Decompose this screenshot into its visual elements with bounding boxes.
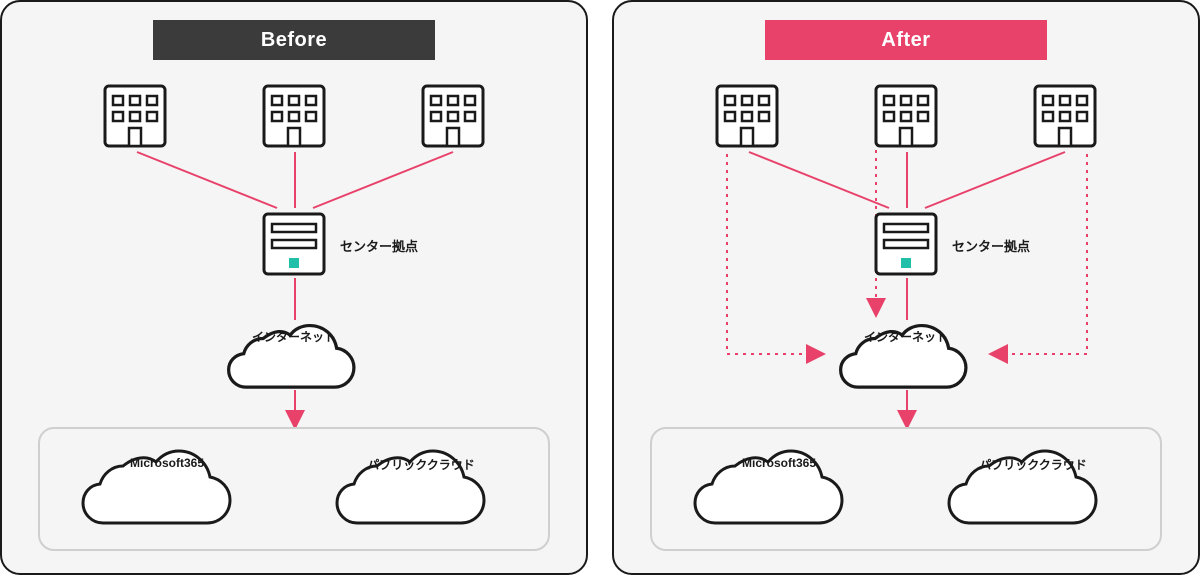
cloud-tray: Microsoft365 パブリッククラウド	[650, 427, 1162, 551]
building-icon	[258, 80, 330, 152]
tray-cloud-right: パブリッククラウド	[331, 444, 511, 534]
cloud-label: パブリッククラウド	[979, 456, 1087, 473]
internet-cloud: インターネット	[220, 318, 368, 390]
building-icon	[870, 80, 942, 152]
header-label: After	[881, 29, 930, 52]
cloud-label: Microsoft365	[130, 456, 204, 470]
panel-header-before: Before	[153, 20, 435, 60]
building-icon	[1029, 80, 1101, 152]
after-panel: After センター拠点 インターネット Microsoft365 パブリックク	[612, 0, 1200, 575]
internet-cloud: インターネット	[832, 318, 980, 390]
buildings-row	[711, 80, 1101, 152]
internet-label: インターネット	[864, 328, 948, 345]
tray-cloud-left: Microsoft365	[689, 444, 869, 534]
server-label: センター拠点	[340, 236, 418, 255]
server-label: センター拠点	[952, 236, 1030, 255]
internet-label: インターネット	[252, 328, 336, 345]
server-icon	[872, 210, 940, 278]
cloud-label: パブリッククラウド	[367, 456, 475, 473]
before-panel: Before センター拠点 インターネット Microsoft365 パブリック…	[0, 0, 588, 575]
header-label: Before	[261, 29, 327, 52]
buildings-row	[99, 80, 489, 152]
cloud-tray: Microsoft365 パブリッククラウド	[38, 427, 550, 551]
server-icon	[260, 210, 328, 278]
building-icon	[417, 80, 489, 152]
tray-cloud-right: パブリッククラウド	[943, 444, 1123, 534]
tray-cloud-left: Microsoft365	[77, 444, 257, 534]
building-icon	[99, 80, 171, 152]
panel-header-after: After	[765, 20, 1047, 60]
cloud-label: Microsoft365	[742, 456, 816, 470]
building-icon	[711, 80, 783, 152]
